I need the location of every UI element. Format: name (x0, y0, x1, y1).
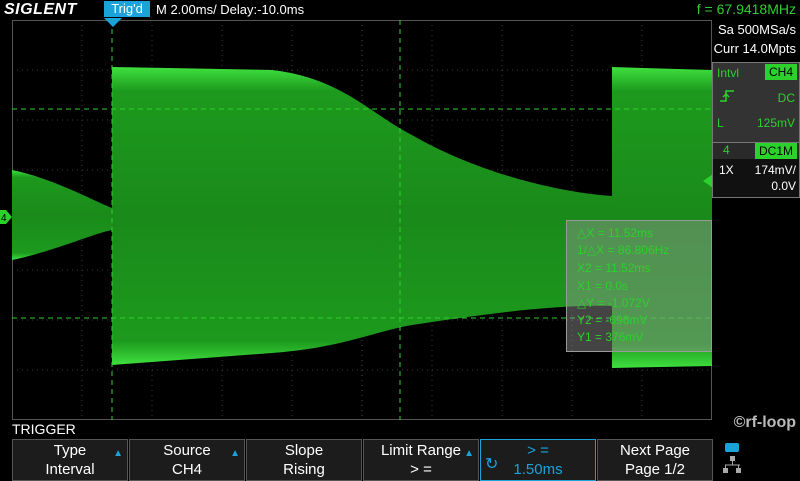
rising-edge-icon (720, 90, 734, 102)
vertical-scale: 174mV/ (754, 163, 796, 177)
softkey-limit-range-label: Limit Range (380, 442, 462, 459)
softkey-type-label: Type (53, 442, 87, 459)
memory-depth: Curr 14.0Mpts (713, 41, 796, 56)
softkey-source-label: Source (163, 442, 211, 459)
trigger-coupling: DC (777, 91, 795, 105)
trigger-position-icon[interactable] (104, 18, 122, 28)
sample-rate: Sa 500MSa/s (717, 22, 796, 37)
softkey-type[interactable]: Type Interval ▲ (12, 439, 128, 481)
status-bar: SIGLENT Trig'd M 2.00ms/ Delay:-10.0ms f… (0, 0, 800, 20)
trigger-summary[interactable]: Intvl CH4 DC L 125mV (712, 62, 800, 152)
softkey-interval-value[interactable]: ↻ > = 1.50ms (480, 439, 596, 481)
softkey-limit-range[interactable]: Limit Range > = ▲ (363, 439, 479, 481)
softkey-interval-time: 1.50ms (513, 461, 563, 478)
measure-y1: Y1 = 376mV (577, 330, 644, 344)
softkey-next-page[interactable]: Next Page Page 1/2 (597, 439, 713, 481)
menu-title: TRIGGER (12, 421, 76, 437)
softkey-type-value: Interval (45, 461, 95, 478)
timebase-readout: M 2.00ms/ Delay:-10.0ms (156, 2, 305, 17)
channel-marker-icon[interactable]: 4 (0, 210, 12, 224)
softkey-slope[interactable]: Slope Rising (246, 439, 362, 481)
channel-4-info[interactable]: 4 DC1M 1X 174mV/ 0.0V (712, 142, 800, 198)
network-icon (723, 443, 741, 473)
channel-marker-label: 4 (1, 213, 7, 224)
info-panel: Sa 500MSa/s Curr 14.0Mpts Intvl CH4 DC L… (712, 20, 800, 420)
softkey-source-value: CH4 (171, 461, 202, 478)
softkey-slope-value: Rising (283, 461, 325, 478)
softkey-slope-label: Slope (284, 442, 324, 459)
arrow-up-icon: ▲ (113, 448, 123, 459)
trigger-level: 125mV (756, 116, 795, 130)
measure-inv-delta-x: 1/△X = 86.806Hz (577, 243, 670, 257)
measure-delta-x: △X = 11.52ms (577, 226, 654, 240)
measure-delta-y: △Y = -1.072V (577, 296, 650, 310)
waveform-left (12, 170, 112, 260)
measure-y2: Y2 = -696mV (577, 313, 648, 327)
channel-number: 4 (723, 143, 730, 157)
brand-logo: SIGLENT (4, 1, 77, 18)
softkey-page-indicator: Page 1/2 (624, 461, 686, 478)
frequency-readout: f = 67.9418MHz (696, 1, 796, 17)
softkey-limit-range-value: > = (410, 461, 432, 478)
trigger-mode: Intvl (717, 66, 740, 80)
measure-x1: X1 = 0.0s (577, 279, 629, 293)
probe-ratio: 1X (719, 163, 734, 177)
arrow-up-icon: ▲ (230, 448, 240, 459)
softkey-source[interactable]: Source CH4 ▲ (129, 439, 245, 481)
trigger-source-badge: CH4 (764, 64, 797, 80)
waveform-display[interactable]: △X = 11.52ms 1/△X = 86.806Hz X2 = 11.52m… (12, 20, 712, 420)
vertical-offset: 0.0V (771, 179, 796, 193)
arrow-up-icon: ▲ (464, 448, 474, 459)
softkey-next-page-label: Next Page (619, 442, 691, 459)
watermark: ©rf-loop (733, 414, 796, 431)
measure-x2: X2 = 11.52ms (577, 261, 651, 275)
trigger-state-badge: Trig'd (104, 1, 150, 17)
channel-coupling: DC1M (754, 143, 797, 159)
trigger-level-label: L (717, 116, 724, 130)
cursor-measurements: △X = 11.52ms 1/△X = 86.806Hz X2 = 11.52m… (566, 220, 712, 352)
channel-4-header: 4 DC1M (713, 143, 799, 159)
softkey-interval-label: > = (527, 442, 549, 459)
